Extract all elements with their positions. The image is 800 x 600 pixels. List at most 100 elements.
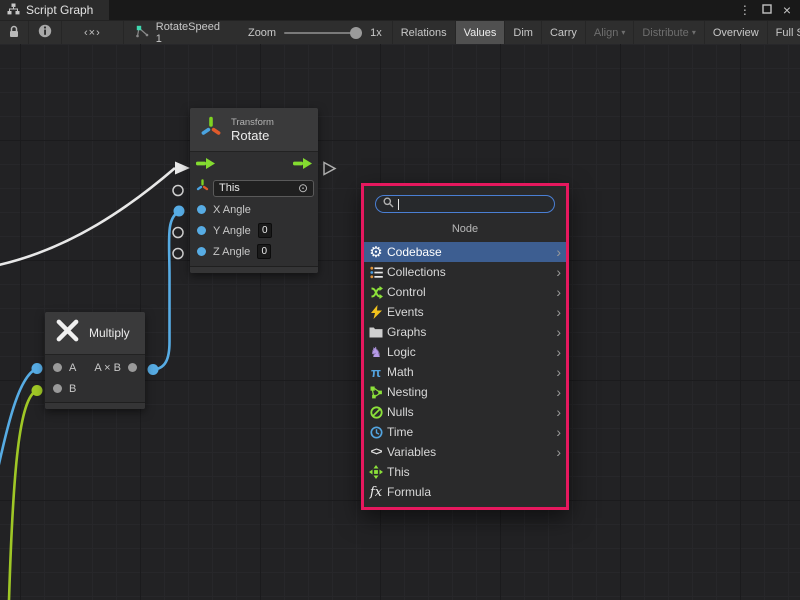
finder-item-label: Nesting xyxy=(387,385,428,399)
chevron-right-icon: › xyxy=(556,245,561,259)
maximize-icon[interactable] xyxy=(762,1,772,19)
finder-item-control[interactable]: Control › xyxy=(364,282,566,302)
output-port[interactable] xyxy=(128,363,137,372)
finder-item-label: Control xyxy=(387,285,426,299)
toolbar-button-label: Distribute xyxy=(642,27,688,39)
multiply-node[interactable]: Multiply A A × B B xyxy=(45,312,145,409)
text-caret xyxy=(398,199,399,210)
tab-script-graph[interactable]: Script Graph xyxy=(0,0,109,20)
b-input-port[interactable] xyxy=(53,384,62,393)
toolbar-button-relations[interactable]: Relations xyxy=(393,21,456,44)
yangle-port-ring[interactable] xyxy=(173,228,183,238)
finder-item-collections[interactable]: Collections› xyxy=(364,262,566,282)
chevron-right-icon: › xyxy=(556,345,561,359)
toolbar-button-values[interactable]: Values xyxy=(456,21,506,44)
lock-button[interactable] xyxy=(0,21,29,44)
flow-in-arrow-icon[interactable] xyxy=(196,156,215,174)
rotate-node-header[interactable]: Transform Rotate xyxy=(190,108,318,152)
chevron-right-icon: › xyxy=(556,285,561,299)
a-input-port[interactable] xyxy=(53,363,62,372)
graph-icon xyxy=(7,3,20,18)
chevron-right-icon: › xyxy=(556,385,561,399)
finder-item-graphs[interactable]: Graphs› xyxy=(364,322,566,342)
finder-item-time[interactable]: Time› xyxy=(364,422,566,442)
toolbar-button-label: Overview xyxy=(713,27,759,39)
object-picker-icon[interactable]: ⊙ xyxy=(298,182,308,194)
finder-item-variables[interactable]: <>Variables› xyxy=(364,442,566,462)
multiply-to-xangle-wire[interactable] xyxy=(152,212,178,370)
multiply-output-endpoint[interactable] xyxy=(148,364,159,375)
finder-item-label: Events xyxy=(387,305,424,319)
yangle-value-field[interactable]: 0 xyxy=(258,223,272,238)
nesting-icon xyxy=(368,386,384,399)
rotate-node[interactable]: Transform Rotate This ⊙ X Angle xyxy=(190,108,318,273)
finder-item-nulls[interactable]: Nulls › xyxy=(364,402,566,422)
code-preview-button[interactable]: ‹×› xyxy=(62,21,124,44)
lightning-icon xyxy=(368,305,384,319)
toolbar-button-dim[interactable]: Dim xyxy=(505,21,542,44)
multiply-node-header[interactable]: Multiply xyxy=(45,312,145,355)
tab-bar-spacer xyxy=(109,0,738,20)
control-wire[interactable] xyxy=(0,168,175,266)
b-input-label: B xyxy=(69,383,76,395)
node-category: Transform xyxy=(231,117,274,128)
transform-axis-icon xyxy=(200,116,222,143)
toolbar-button-full-screen[interactable]: Full Screen xyxy=(768,21,800,44)
chevron-right-icon: › xyxy=(556,365,561,379)
toolbar-button-overview[interactable]: Overview xyxy=(705,21,768,44)
flow-out-triangle[interactable] xyxy=(324,163,335,175)
node-title: Rotate xyxy=(231,128,274,143)
yangle-port[interactable] xyxy=(197,226,206,235)
finder-item-logic[interactable]: ♞Logic› xyxy=(364,342,566,362)
node-finder-popup: Node ⚙Codebase›Collections› Control › Event… xyxy=(361,183,569,510)
finder-item-label: Formula xyxy=(387,485,431,499)
zangle-port-ring[interactable] xyxy=(173,249,183,259)
rotate-node-footer xyxy=(190,266,318,273)
chevron-right-icon: › xyxy=(556,425,561,439)
finder-item-nesting[interactable]: Nesting › xyxy=(364,382,566,402)
knight-icon: ♞ xyxy=(368,345,384,359)
this-object-field[interactable]: This ⊙ xyxy=(213,180,314,197)
finder-item-this[interactable]: This xyxy=(364,462,566,482)
zoom-slider-thumb[interactable] xyxy=(350,27,362,39)
finder-item-formula[interactable]: fxFormula xyxy=(364,482,566,502)
finder-item-math[interactable]: πMath› xyxy=(364,362,566,382)
multiply-node-footer xyxy=(45,402,145,409)
b-input-endpoint[interactable] xyxy=(32,385,43,396)
chevron-right-icon: › xyxy=(556,405,561,419)
finder-item-codebase[interactable]: ⚙Codebase› xyxy=(364,242,566,262)
transform-axis-mini-icon xyxy=(196,179,209,197)
output-label: A × B xyxy=(94,362,121,374)
close-icon[interactable]: × xyxy=(783,3,791,17)
control-icon xyxy=(368,286,384,299)
toolbar-button-label: Full Screen xyxy=(776,27,800,39)
finder-header: Node xyxy=(364,223,566,235)
toolbar-button-align[interactable]: Align▾ xyxy=(586,21,634,44)
a-input-wire[interactable] xyxy=(0,369,37,474)
zoom-slider[interactable] xyxy=(284,32,362,34)
breadcrumb[interactable]: RotateSpeed 1 xyxy=(124,21,232,44)
finder-search-input[interactable] xyxy=(375,195,555,213)
zoom-label: Zoom xyxy=(248,27,276,39)
toolbar-button-label: Carry xyxy=(550,27,577,39)
xangle-port[interactable] xyxy=(197,205,206,214)
pi-icon: π xyxy=(368,366,384,379)
zangle-port[interactable] xyxy=(197,247,206,256)
finder-item-label: This xyxy=(387,465,410,479)
info-icon xyxy=(38,24,52,41)
zangle-value-field[interactable]: 0 xyxy=(257,244,271,259)
toolbar-button-label: Relations xyxy=(401,27,447,39)
finder-item-label: Nulls xyxy=(387,405,414,419)
b-input-wire[interactable] xyxy=(9,391,37,600)
xangle-wire-endpoint[interactable] xyxy=(174,206,185,217)
graph-canvas[interactable]: Transform Rotate This ⊙ X Angle xyxy=(0,44,800,600)
finder-item-events[interactable]: Events› xyxy=(364,302,566,322)
this-port-ring[interactable] xyxy=(173,186,183,196)
window-menu-icon[interactable]: ⋮ xyxy=(739,3,751,17)
toolbar-button-distribute[interactable]: Distribute▾ xyxy=(634,21,704,44)
info-button[interactable] xyxy=(29,21,62,44)
flow-out-arrow-icon[interactable] xyxy=(293,156,312,174)
a-input-endpoint[interactable] xyxy=(32,363,43,374)
toolbar-button-carry[interactable]: Carry xyxy=(542,21,586,44)
toolbar-button-label: Dim xyxy=(513,27,533,39)
